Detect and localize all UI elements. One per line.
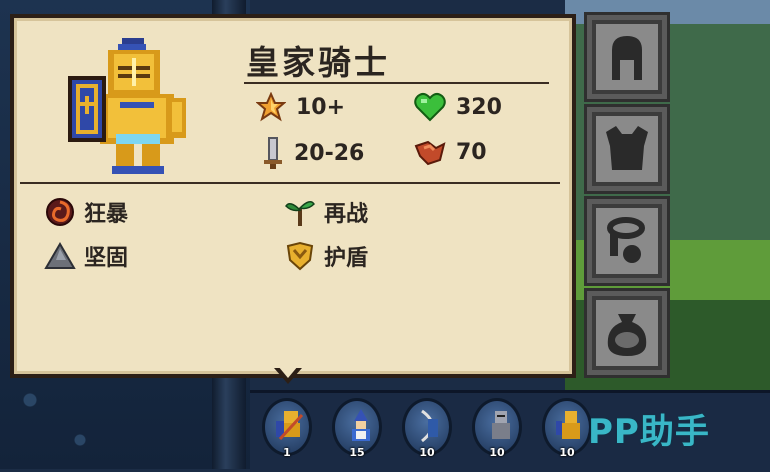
damage-value: 20-26 bbox=[294, 140, 365, 166]
skill-label: 再战 bbox=[324, 202, 369, 227]
royal-knight-icon bbox=[276, 411, 304, 441]
skill-label: 护盾 bbox=[324, 246, 369, 271]
tray-unit-soldier[interactable]: 10 bbox=[472, 398, 522, 459]
frenzy-icon bbox=[46, 198, 74, 226]
tray-unit-royal-knight[interactable]: 1 bbox=[262, 398, 312, 459]
unit-count: 15 bbox=[349, 446, 365, 459]
bag-icon bbox=[607, 314, 647, 356]
sword-icon bbox=[264, 137, 282, 169]
bag-slot[interactable] bbox=[584, 288, 670, 378]
heart-icon bbox=[414, 92, 446, 122]
unit-count: 10 bbox=[489, 446, 505, 459]
tray-unit-mage[interactable]: 15 bbox=[332, 398, 382, 459]
royal-knight-portrait bbox=[68, 38, 186, 174]
shield-icon bbox=[286, 241, 314, 271]
panel-pointer-inner bbox=[278, 366, 298, 378]
revive-icon bbox=[285, 201, 315, 226]
rank-stat: 10+ bbox=[256, 92, 345, 122]
mage-icon bbox=[352, 409, 370, 441]
unit-count: 10 bbox=[419, 446, 435, 459]
armor-stat: 70 bbox=[414, 138, 487, 166]
sturdy-icon bbox=[44, 242, 76, 269]
skill-shield[interactable]: 护盾 bbox=[284, 240, 368, 272]
knight-icon bbox=[556, 411, 580, 439]
unit-count: 10 bbox=[559, 446, 575, 459]
soldier-icon bbox=[492, 411, 510, 439]
health-value: 320 bbox=[456, 94, 502, 120]
skill-revive[interactable]: 再战 bbox=[284, 196, 368, 228]
armor-slot[interactable] bbox=[584, 104, 670, 194]
skill-label: 狂暴 bbox=[84, 202, 129, 227]
ring-slot[interactable] bbox=[584, 196, 670, 286]
health-stat: 320 bbox=[414, 92, 502, 122]
armor-value: 70 bbox=[456, 139, 487, 165]
helmet-icon bbox=[612, 36, 642, 80]
skill-label: 坚固 bbox=[84, 246, 129, 271]
unit-count: 1 bbox=[283, 446, 291, 459]
skill-frenzy[interactable]: 狂暴 bbox=[44, 196, 128, 228]
rank-value: 10+ bbox=[296, 94, 346, 120]
chestplate-icon bbox=[606, 126, 648, 170]
ring-icon bbox=[607, 217, 645, 263]
name-divider bbox=[244, 82, 549, 84]
tray-unit-archer[interactable]: 10 bbox=[402, 398, 452, 459]
watermark: PP助手 bbox=[588, 412, 710, 452]
unit-tray: 1 15 10 10 10 bbox=[262, 398, 592, 460]
archer-icon bbox=[421, 409, 438, 443]
tray-unit-knight[interactable]: 10 bbox=[542, 398, 592, 459]
unit-name: 皇家骑士 bbox=[246, 43, 390, 82]
armor-icon bbox=[414, 140, 446, 166]
star-icon bbox=[256, 92, 286, 122]
damage-stat: 20-26 bbox=[260, 136, 364, 170]
skill-sturdy[interactable]: 坚固 bbox=[44, 240, 128, 272]
stats-divider bbox=[20, 182, 560, 184]
helmet-slot[interactable] bbox=[584, 12, 670, 102]
